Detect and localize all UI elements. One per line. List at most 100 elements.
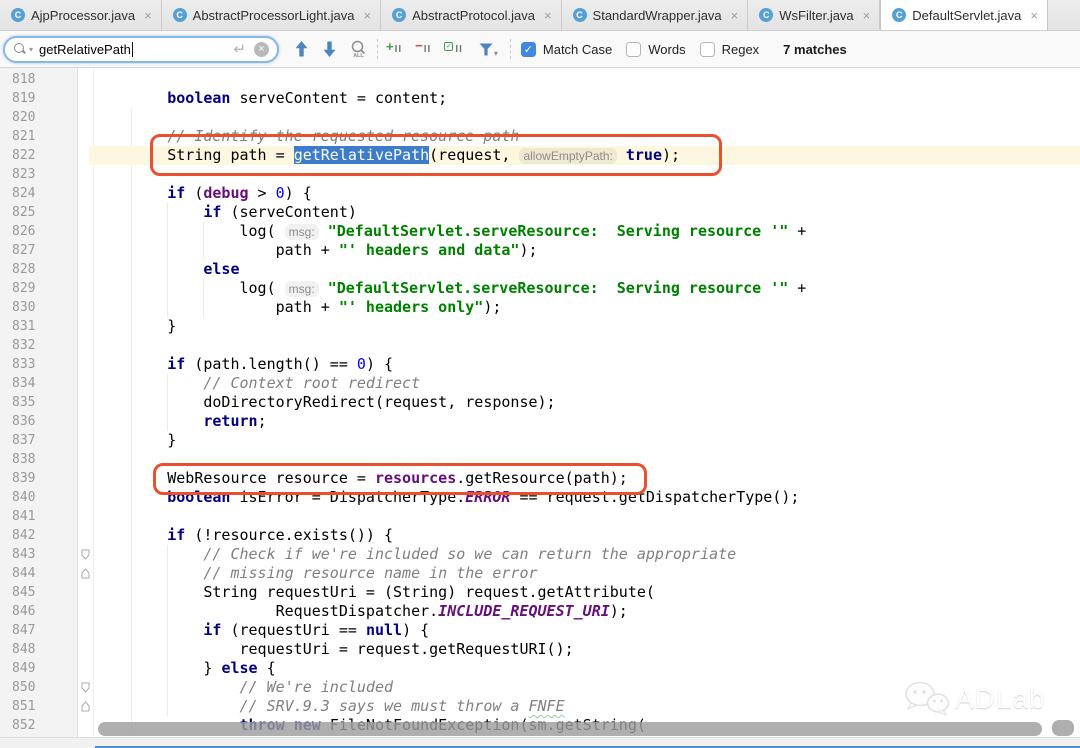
line-number-824[interactable]: 824 xyxy=(0,184,78,203)
tab-AbstractProcessorLight.java[interactable]: CAbstractProcessorLight.java× xyxy=(162,0,381,30)
code-line-843[interactable]: // Check if we're included so we can ret… xyxy=(95,545,1080,564)
code-line-838[interactable] xyxy=(95,450,1080,469)
remove-selection-occurrence-button[interactable]: − II xyxy=(415,42,431,57)
code-line-825[interactable]: if (serveContent) xyxy=(95,203,1080,222)
code-line-837[interactable]: } xyxy=(95,431,1080,450)
code-line-836[interactable]: return; xyxy=(95,412,1080,431)
code-line-821[interactable]: // Identify the requested resource path xyxy=(95,127,1080,146)
code-line-833[interactable]: if (path.length() == 0) { xyxy=(95,355,1080,374)
line-number-830[interactable]: 830 xyxy=(0,298,78,317)
close-icon[interactable]: × xyxy=(364,9,372,22)
clear-search-button[interactable]: × xyxy=(254,42,269,57)
line-number-829[interactable]: 829 xyxy=(0,279,78,298)
line-number-843[interactable]: 843 xyxy=(0,545,78,564)
fold-region-end-icon[interactable] xyxy=(81,568,90,579)
line-number-852[interactable]: 852 xyxy=(0,716,78,735)
search-query-text[interactable]: getRelativePath xyxy=(39,42,131,57)
line-number-819[interactable]: 819 xyxy=(0,89,78,108)
add-selection-occurrence-button[interactable]: + II xyxy=(386,42,402,57)
code-line-820[interactable] xyxy=(95,108,1080,127)
code-line-840[interactable]: boolean isError = DispatcherType.ERROR =… xyxy=(95,488,1080,507)
code-line-828[interactable]: else xyxy=(95,260,1080,279)
line-number-822[interactable]: 822 xyxy=(0,146,78,165)
line-number-840[interactable]: 840 xyxy=(0,488,78,507)
fold-region-end-icon[interactable] xyxy=(81,701,90,712)
code-line-824[interactable]: if (debug > 0) { xyxy=(95,184,1080,203)
close-icon[interactable]: × xyxy=(731,9,739,22)
filter-search-results-button[interactable]: ▾ xyxy=(479,43,498,56)
close-icon[interactable]: × xyxy=(544,9,552,22)
line-number-838[interactable]: 838 xyxy=(0,450,78,469)
close-icon[interactable]: × xyxy=(863,9,871,22)
select-all-occurrences-button[interactable]: ✓ II xyxy=(444,44,463,55)
words-checkbox[interactable] xyxy=(626,42,641,57)
next-occurrence-button[interactable] xyxy=(323,41,336,57)
line-number-823[interactable]: 823 xyxy=(0,165,78,184)
code-line-846[interactable]: RequestDispatcher.INCLUDE_REQUEST_URI); xyxy=(95,602,1080,621)
line-number-835[interactable]: 835 xyxy=(0,393,78,412)
regex-checkbox[interactable] xyxy=(700,42,715,57)
line-number-836[interactable]: 836 xyxy=(0,412,78,431)
tab-AjpProcessor.java[interactable]: CAjpProcessor.java× xyxy=(0,0,162,30)
code-line-845[interactable]: String requestUri = (String) request.get… xyxy=(95,583,1080,602)
find-all-button[interactable]: ALL xyxy=(350,40,369,58)
code-line-849[interactable]: } else { xyxy=(95,659,1080,678)
close-icon[interactable]: × xyxy=(144,9,152,22)
line-number-825[interactable]: 825 xyxy=(0,203,78,222)
line-number-846[interactable]: 846 xyxy=(0,602,78,621)
line-number-833[interactable]: 833 xyxy=(0,355,78,374)
horizontal-scrollbar-thumb[interactable] xyxy=(98,722,1042,736)
code-line-839[interactable]: WebResource resource = resources.getReso… xyxy=(95,469,1080,488)
code-line-827[interactable]: path + "' headers and data"); xyxy=(95,241,1080,260)
code-line-829[interactable]: log( msg: "DefaultServlet.serveResource:… xyxy=(95,279,1080,298)
code-line-842[interactable]: if (!resource.exists()) { xyxy=(95,526,1080,545)
code-line-819[interactable]: boolean serveContent = content; xyxy=(95,89,1080,108)
code-line-818[interactable] xyxy=(95,70,1080,89)
line-number-851[interactable]: 851 xyxy=(0,697,78,716)
vertical-scrollbar-thumb[interactable] xyxy=(1052,720,1074,736)
code-editor[interactable]: 8188198208218228238248258268278288298308… xyxy=(0,68,1080,737)
fold-region-start-icon[interactable] xyxy=(81,682,90,693)
line-number-847[interactable]: 847 xyxy=(0,621,78,640)
code-line-844[interactable]: // missing resource name in the error xyxy=(95,564,1080,583)
code-line-822[interactable]: String path = getRelativePath(request, a… xyxy=(95,146,1080,165)
line-number-820[interactable]: 820 xyxy=(0,108,78,127)
line-number-844[interactable]: 844 xyxy=(0,564,78,583)
words-label[interactable]: Words xyxy=(648,42,685,57)
line-number-842[interactable]: 842 xyxy=(0,526,78,545)
line-number-845[interactable]: 845 xyxy=(0,583,78,602)
code-line-832[interactable] xyxy=(95,336,1080,355)
search-input[interactable]: ▾ getRelativePath ↵ × xyxy=(3,36,279,63)
line-number-848[interactable]: 848 xyxy=(0,640,78,659)
match-case-checkbox[interactable]: ✓ xyxy=(521,42,536,57)
code-line-831[interactable]: } xyxy=(95,317,1080,336)
line-number-831[interactable]: 831 xyxy=(0,317,78,336)
code-line-848[interactable]: requestUri = request.getRequestURI(); xyxy=(95,640,1080,659)
code-line-835[interactable]: doDirectoryRedirect(request, response); xyxy=(95,393,1080,412)
tab-WsFilter.java[interactable]: CWsFilter.java× xyxy=(748,0,880,30)
line-number-821[interactable]: 821 xyxy=(0,127,78,146)
code-line-830[interactable]: path + "' headers only"); xyxy=(95,298,1080,317)
regex-label[interactable]: Regex xyxy=(722,42,760,57)
line-number-827[interactable]: 827 xyxy=(0,241,78,260)
line-number-839[interactable]: 839 xyxy=(0,469,78,488)
tab-StandardWrapper.java[interactable]: CStandardWrapper.java× xyxy=(562,0,749,30)
line-number-841[interactable]: 841 xyxy=(0,507,78,526)
line-number-837[interactable]: 837 xyxy=(0,431,78,450)
code-line-826[interactable]: log( msg: "DefaultServlet.serveResource:… xyxy=(95,222,1080,241)
line-number-818[interactable]: 818 xyxy=(0,70,78,89)
code-line-847[interactable]: if (requestUri == null) { xyxy=(95,621,1080,640)
line-number-828[interactable]: 828 xyxy=(0,260,78,279)
code-line-841[interactable] xyxy=(95,507,1080,526)
line-number-826[interactable]: 826 xyxy=(0,222,78,241)
close-icon[interactable]: × xyxy=(1030,9,1038,22)
match-case-label[interactable]: Match Case xyxy=(543,42,612,57)
tab-DefaultServlet.java[interactable]: CDefaultServlet.java× xyxy=(880,0,1048,30)
code-line-823[interactable] xyxy=(95,165,1080,184)
line-number-834[interactable]: 834 xyxy=(0,374,78,393)
line-number-832[interactable]: 832 xyxy=(0,336,78,355)
previous-occurrence-button[interactable] xyxy=(295,41,308,57)
search-history-caret-icon[interactable]: ▾ xyxy=(29,45,33,54)
fold-region-start-icon[interactable] xyxy=(81,549,90,560)
line-number-850[interactable]: 850 xyxy=(0,678,78,697)
